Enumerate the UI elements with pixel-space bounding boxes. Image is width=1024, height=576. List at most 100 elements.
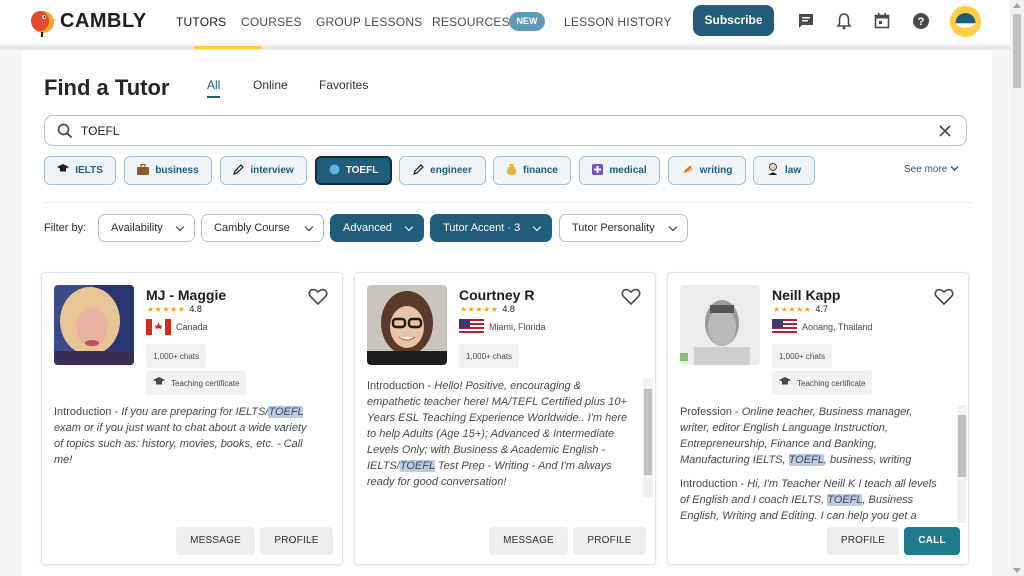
- description-text: exam or if you just want to chat about a…: [54, 422, 307, 466]
- chip-medical[interactable]: medical: [579, 156, 660, 185]
- heart-icon[interactable]: [934, 288, 954, 311]
- close-icon[interactable]: [938, 124, 952, 143]
- description-scrollbar[interactable]: [957, 405, 967, 523]
- search-highlight: TOEFL: [788, 454, 824, 466]
- search-highlight: TOEFL: [268, 406, 304, 418]
- search-highlight: TOEFL: [827, 494, 863, 506]
- filter-tutor-accent[interactable]: Tutor Accent · 3: [430, 214, 552, 242]
- chevron-down-icon: [668, 222, 678, 232]
- page-scrollbar[interactable]: [1010, 0, 1024, 576]
- chip-engineer[interactable]: engineer: [399, 156, 486, 185]
- chip-toefl[interactable]: TOEFL: [315, 156, 392, 185]
- tutor-photo[interactable]: [367, 285, 447, 365]
- tutor-card[interactable]: Neill Kapp ★★★★★ 4.7 Aonang, Thailand 1,0…: [667, 272, 969, 565]
- tutor-photo[interactable]: [54, 285, 134, 365]
- chevron-down-icon: [404, 222, 414, 232]
- chevron-down-icon: [950, 164, 959, 175]
- chip-writing[interactable]: writing: [668, 156, 746, 185]
- chip-finance[interactable]: finance: [493, 156, 571, 185]
- cert-badge: Teaching certificate: [146, 371, 247, 395]
- filter-cambly-course[interactable]: Cambly Course: [201, 214, 324, 242]
- section-divider: [44, 202, 972, 203]
- cert-label: Teaching certificate: [797, 378, 866, 388]
- description-text: If you are preparing for IELTS/: [121, 406, 269, 418]
- tutor-location: Canada: [146, 319, 208, 335]
- bell-icon[interactable]: [835, 12, 853, 30]
- scroll-down-icon[interactable]: [1013, 568, 1021, 573]
- tab-favorites[interactable]: Favorites: [319, 78, 368, 92]
- subscribe-button[interactable]: Subscribe: [693, 5, 774, 36]
- tutor-name[interactable]: Neill Kapp: [772, 287, 840, 303]
- cambly-logo[interactable]: CAMBLY: [28, 5, 147, 37]
- calendar-icon[interactable]: [873, 12, 891, 30]
- tutor-rating: ★★★★★ 4.8: [460, 304, 515, 314]
- globe-icon: [329, 164, 340, 178]
- message-button[interactable]: MESSAGE: [176, 527, 255, 555]
- tutor-card[interactable]: MJ - Maggie ★★★★★ 4.8 Canada 1,000+ chats…: [41, 272, 343, 565]
- chip-ielts[interactable]: IELTS: [44, 156, 116, 185]
- description-scrollbar[interactable]: [643, 379, 653, 497]
- rating-value: 4.8: [189, 304, 202, 314]
- tutor-card[interactable]: Courtney R ★★★★★ 4.8 Miami, Florida 1,000…: [354, 272, 656, 565]
- chat-icon[interactable]: [797, 12, 815, 30]
- chip-label: business: [155, 165, 199, 176]
- search-highlight: TOEFL: [399, 460, 435, 472]
- tutor-name[interactable]: Courtney R: [459, 287, 534, 303]
- profession-text: , business, writing: [823, 454, 912, 466]
- tab-online[interactable]: Online: [253, 78, 288, 92]
- scroll-up-icon[interactable]: [1013, 3, 1021, 8]
- us-flag-icon: [772, 319, 797, 335]
- help-icon[interactable]: ?: [912, 12, 930, 30]
- message-button[interactable]: MESSAGE: [489, 527, 568, 555]
- pen-icon: [413, 163, 425, 178]
- cert-badge: Teaching certificate: [772, 371, 873, 395]
- nav-resources[interactable]: RESOURCES: [432, 15, 510, 29]
- search-input[interactable]: TOEFL: [81, 124, 119, 138]
- briefcase-icon: [137, 163, 150, 178]
- call-button[interactable]: CALL: [904, 527, 960, 555]
- nav-group-lessons[interactable]: GROUP LESSONS: [316, 15, 422, 29]
- chip-interview[interactable]: interview: [220, 156, 307, 185]
- heart-icon[interactable]: [308, 288, 328, 311]
- profession-label: Profession -: [680, 406, 742, 418]
- filter-advanced[interactable]: Advanced: [330, 214, 424, 242]
- tutor-name[interactable]: MJ - Maggie: [146, 287, 226, 303]
- profile-button[interactable]: PROFILE: [573, 527, 646, 555]
- chats-badge: 1,000+ chats: [772, 344, 833, 368]
- tutor-photo[interactable]: [680, 285, 760, 365]
- nav-tutors[interactable]: TUTORS: [176, 15, 226, 29]
- chip-label: writing: [699, 165, 733, 176]
- svg-text:?: ?: [918, 16, 925, 28]
- chip-label: TOEFL: [345, 165, 379, 176]
- heart-icon[interactable]: [621, 288, 641, 311]
- filter-tutor-personality[interactable]: Tutor Personality: [559, 214, 688, 242]
- judge-icon: [767, 163, 779, 178]
- location-text: Canada: [176, 322, 208, 332]
- brand-name: CAMBLY: [60, 9, 147, 32]
- filter-label-text: Availability: [111, 222, 163, 234]
- nav-lesson-history[interactable]: LESSON HISTORY: [564, 15, 672, 29]
- description-label: Introduction -: [367, 380, 435, 392]
- search-bar[interactable]: TOEFL: [44, 115, 967, 146]
- profile-avatar[interactable]: [950, 6, 981, 37]
- see-more-link[interactable]: See more: [904, 164, 959, 175]
- graduation-cap-icon: [57, 164, 70, 177]
- chip-label: IELTS: [75, 165, 103, 176]
- active-nav-indicator: [194, 46, 261, 49]
- chip-business[interactable]: business: [124, 156, 212, 185]
- star-rating-icon: ★★★★★: [460, 304, 499, 314]
- scrollbar-thumb[interactable]: [1013, 14, 1021, 88]
- medical-icon: [592, 163, 604, 178]
- chip-law[interactable]: law: [753, 156, 815, 185]
- profile-button[interactable]: PROFILE: [260, 527, 333, 555]
- pen-icon: [233, 163, 245, 178]
- chip-label: law: [784, 165, 802, 176]
- profile-button[interactable]: PROFILE: [827, 527, 899, 555]
- filter-availability[interactable]: Availability: [98, 214, 195, 242]
- cert-label: Teaching certificate: [171, 378, 240, 388]
- nav-courses[interactable]: COURSES: [241, 15, 302, 29]
- star-rating-icon: ★★★★★: [147, 304, 186, 314]
- chevron-down-icon: [532, 222, 542, 232]
- chats-badge: 1,000+ chats: [459, 344, 520, 368]
- tab-all[interactable]: All: [207, 78, 220, 92]
